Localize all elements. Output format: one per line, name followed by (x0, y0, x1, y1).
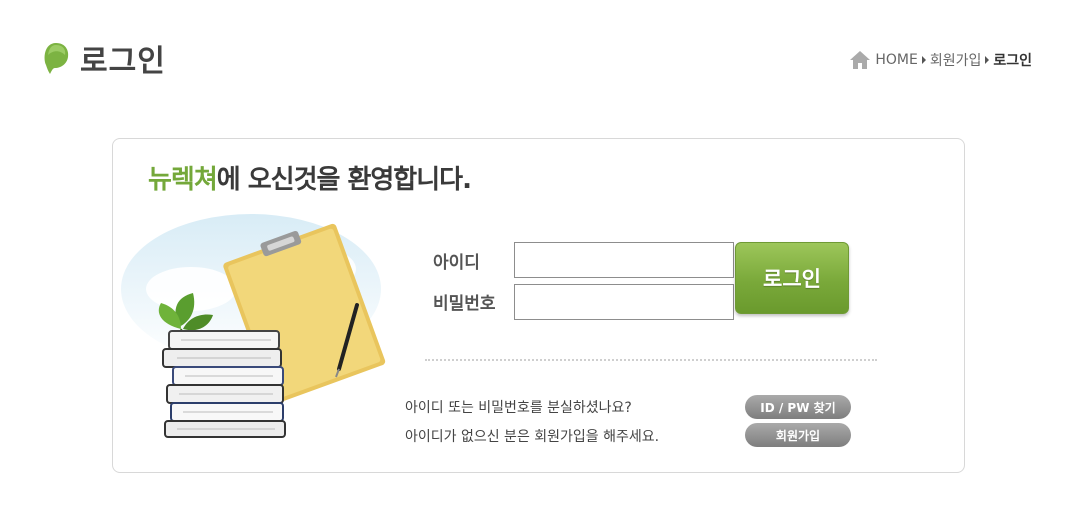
join-prompt-text: 아이디가 없으신 분은 회원가입을 해주세요. (405, 429, 660, 445)
join-button[interactable]: 회원가입 (745, 423, 851, 447)
home-icon (850, 51, 871, 69)
login-panel: 뉴렉쳐에 오신것을 환영합니다. 아이디 비밀번호 로그인 아이디 또는 비밀번… (112, 138, 965, 473)
breadcrumb-arrow-icon (985, 56, 990, 64)
breadcrumb-join-link[interactable]: 회원가입 (930, 50, 982, 70)
welcome-heading: 뉴렉쳐에 오신것을 환영합니다. (148, 159, 472, 196)
dotted-divider (425, 359, 877, 361)
password-input[interactable] (514, 284, 734, 320)
breadcrumb: HOME 회원가입 로그인 (849, 50, 1032, 70)
id-input[interactable] (514, 242, 734, 278)
breadcrumb-arrow-icon (921, 56, 926, 64)
leaf-icon (44, 43, 69, 74)
page-title: 로그인 (80, 44, 166, 79)
page-header: 로그인 (42, 36, 166, 80)
breadcrumb-current: 로그인 (993, 53, 1032, 69)
login-button[interactable]: 로그인 (735, 242, 849, 314)
find-id-pw-button[interactable]: ID / PW 찾기 (745, 395, 851, 419)
find-account-text: 아이디 또는 비밀번호를 분실하셨나요? (405, 400, 632, 416)
breadcrumb-home-link[interactable]: HOME (875, 52, 917, 68)
password-label: 비밀번호 (433, 294, 496, 314)
binders-clipboard-illustration (121, 214, 386, 438)
welcome-text: 에 오신것을 환영합니다. (216, 165, 472, 195)
id-label: 아이디 (433, 253, 480, 273)
brand-name: 뉴렉쳐 (148, 165, 218, 195)
